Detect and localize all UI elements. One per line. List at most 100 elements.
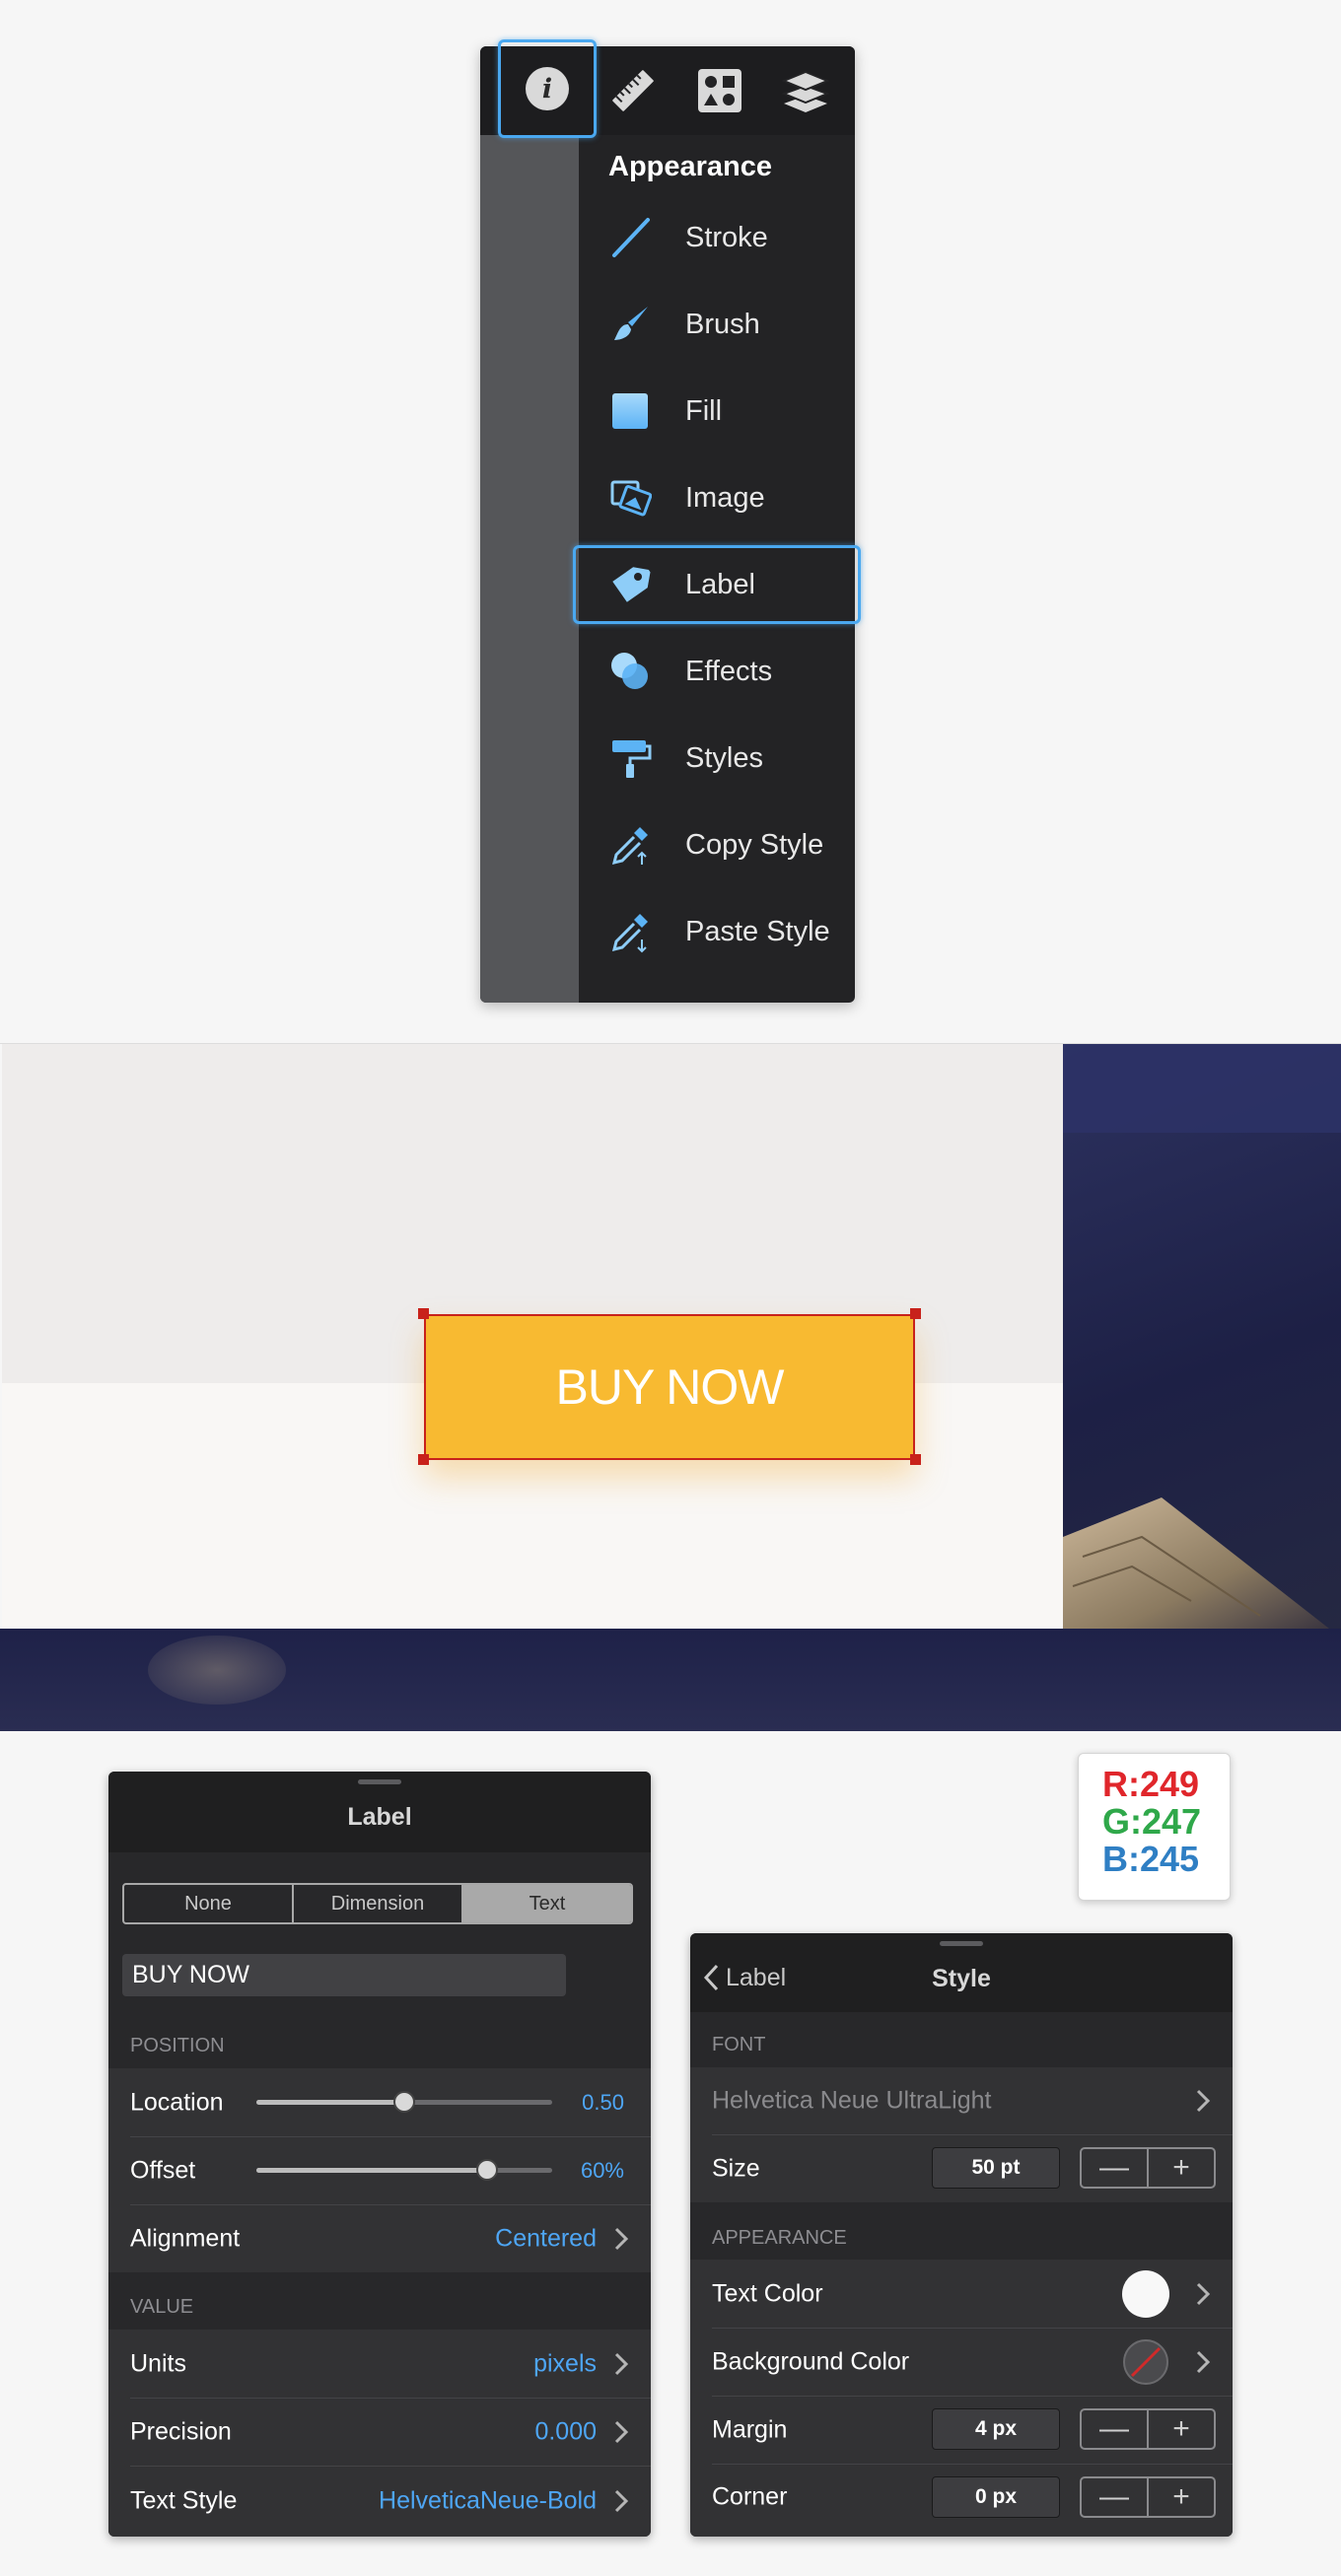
- chevron-right-icon: [1196, 2350, 1211, 2373]
- background-color-label: Background Color: [712, 2347, 910, 2375]
- text-color-row[interactable]: Text Color: [690, 2260, 1233, 2328]
- background-color-row[interactable]: Background Color: [690, 2328, 1233, 2396]
- canvas-photo: [1063, 1044, 1341, 1629]
- section-appearance: APPEARANCE: [712, 2227, 847, 2249]
- size-value-field[interactable]: 50 pt: [932, 2147, 1060, 2189]
- menu-item-label: Copy Style: [685, 828, 824, 861]
- chevron-right-icon: [1196, 2282, 1211, 2305]
- precision-row[interactable]: Precision 0.000: [108, 2398, 651, 2466]
- font-name-value: Helvetica Neue UltraLight: [712, 2086, 992, 2115]
- offset-slider-fill: [256, 2168, 487, 2173]
- units-label: Units: [130, 2349, 186, 2377]
- drag-grabber[interactable]: [358, 1779, 401, 1784]
- layers-icon: [781, 70, 830, 112]
- menu-item-label: Effects: [685, 655, 773, 687]
- precision-value: 0.000: [534, 2417, 597, 2445]
- buy-now-text: BUY NOW: [555, 1359, 785, 1415]
- label-text-field[interactable]: BUY NOW: [122, 1954, 566, 1996]
- rgb-red-value: R:249: [1102, 1764, 1200, 1804]
- margin-stepper: — +: [1080, 2408, 1216, 2450]
- section-font: FONT: [712, 2034, 766, 2055]
- segment-text[interactable]: Text: [463, 1885, 631, 1922]
- menu-item-effects[interactable]: Effects: [579, 628, 855, 715]
- drag-grabber[interactable]: [940, 1941, 983, 1946]
- margin-row: Margin 4 px — +: [690, 2396, 1233, 2464]
- panel-title: Style: [932, 1965, 991, 1992]
- effects-icon: [611, 653, 648, 689]
- menu-heading: Appearance: [608, 151, 773, 182]
- segment-dimension[interactable]: Dimension: [294, 1885, 463, 1922]
- menu-item-styles[interactable]: Styles: [579, 715, 855, 801]
- segment-none[interactable]: None: [124, 1885, 294, 1922]
- menu-item-label: Label: [685, 568, 755, 600]
- panel-title: Label: [347, 1803, 412, 1831]
- margin-value-field[interactable]: 4 px: [932, 2408, 1060, 2450]
- info-icon: i: [526, 67, 569, 110]
- brush-icon: [614, 307, 648, 340]
- chevron-right-icon: [614, 2489, 629, 2513]
- menu-item-image[interactable]: Image: [579, 454, 855, 541]
- selection-handle-bottom-left[interactable]: [418, 1454, 429, 1465]
- paint-roller-icon: [612, 740, 652, 778]
- menu-item-label: Stroke: [685, 221, 768, 253]
- tab-shapes[interactable]: [675, 46, 764, 135]
- ruler-icon: [612, 70, 654, 111]
- increment-button[interactable]: +: [1149, 2478, 1214, 2516]
- font-name-row[interactable]: Helvetica Neue UltraLight: [690, 2067, 1233, 2134]
- menu-item-label: Image: [685, 481, 765, 514]
- increment-button[interactable]: +: [1149, 2410, 1214, 2448]
- menu-item-label-selected[interactable]: Label: [573, 545, 861, 624]
- section-position: POSITION: [130, 2035, 225, 2056]
- menu-item-fill[interactable]: Fill: [579, 368, 855, 454]
- tab-info[interactable]: i: [498, 39, 597, 138]
- corner-row: Corner 0 px — +: [690, 2464, 1233, 2537]
- menu-item-label: Paste Style: [685, 915, 830, 947]
- offset-label: Offset: [130, 2156, 196, 2184]
- menu-item-copy-style[interactable]: Copy Style: [579, 801, 855, 888]
- selection-handle-bottom-right[interactable]: [910, 1454, 921, 1465]
- design-canvas[interactable]: BUY NOW: [0, 1043, 1341, 1731]
- selection-handle-top-right[interactable]: [910, 1308, 921, 1319]
- menu-item-stroke[interactable]: Stroke: [579, 194, 855, 281]
- label-type-segmented-control: None Dimension Text: [122, 1883, 633, 1924]
- alignment-label: Alignment: [130, 2224, 241, 2252]
- location-slider-fill: [256, 2100, 404, 2105]
- decrement-button[interactable]: —: [1082, 2410, 1149, 2448]
- panel-header: Label Style: [690, 1933, 1233, 2012]
- tab-ruler[interactable]: [589, 46, 677, 135]
- buy-now-label-shape[interactable]: BUY NOW: [424, 1314, 915, 1460]
- style-inspector-panel: Label Style FONT Helvetica Neue UltraLig…: [690, 1933, 1233, 2537]
- location-value: 0.50: [582, 2090, 624, 2115]
- text-style-row[interactable]: Text Style HelveticaNeue-Bold: [108, 2466, 651, 2537]
- menu-sidebar: [480, 135, 579, 1003]
- menu-item-label: Styles: [685, 741, 763, 774]
- margin-label: Margin: [712, 2415, 788, 2443]
- chevron-right-icon: [614, 2352, 629, 2375]
- chevron-right-icon: [614, 2420, 629, 2443]
- menu-item-paste-style[interactable]: Paste Style: [579, 888, 855, 975]
- rgb-green-value: G:247: [1102, 1801, 1202, 1842]
- label-icon: [612, 567, 651, 602]
- units-row[interactable]: Units pixels: [108, 2330, 651, 2398]
- svg-text:i: i: [542, 74, 552, 104]
- alignment-row[interactable]: Alignment Centered: [108, 2204, 651, 2272]
- eyedropper-up-icon: [611, 827, 648, 866]
- decrement-button[interactable]: —: [1082, 2478, 1149, 2516]
- size-label: Size: [712, 2154, 760, 2182]
- decrement-button[interactable]: —: [1082, 2149, 1149, 2187]
- location-row: Location 0.50: [108, 2068, 651, 2136]
- no-color-swatch-icon[interactable]: [1122, 2338, 1169, 2386]
- increment-button[interactable]: +: [1149, 2149, 1214, 2187]
- corner-label: Corner: [712, 2482, 788, 2511]
- text-color-swatch[interactable]: [1122, 2270, 1169, 2318]
- offset-slider-knob[interactable]: [476, 2159, 498, 2181]
- menu-item-brush[interactable]: Brush: [579, 281, 855, 368]
- precision-label: Precision: [130, 2417, 232, 2445]
- panel-header: Label: [108, 1772, 651, 1852]
- wood-texture-image: [1063, 1497, 1329, 1629]
- tab-layers[interactable]: [761, 46, 850, 135]
- corner-value-field[interactable]: 0 px: [932, 2476, 1060, 2518]
- selection-handle-top-left[interactable]: [418, 1308, 429, 1319]
- menu-item-label: Fill: [685, 394, 723, 427]
- location-slider-knob[interactable]: [393, 2091, 415, 2113]
